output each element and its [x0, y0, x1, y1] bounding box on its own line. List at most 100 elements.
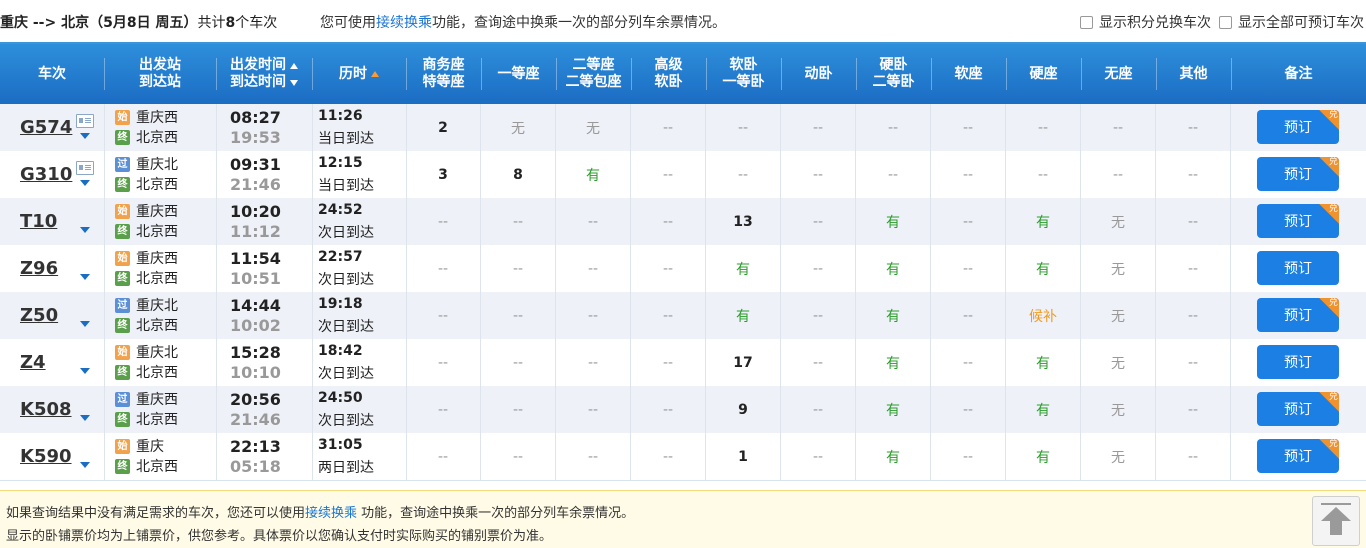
seat-cell: -- — [931, 151, 1006, 198]
expand-stops-icon[interactable] — [80, 462, 90, 468]
sort-asc-icon[interactable] — [290, 62, 298, 69]
expand-stops-icon[interactable] — [80, 321, 90, 327]
seat-cell: -- — [481, 292, 556, 339]
notice-text: 如果查询结果中没有满足需求的车次，您还可以使用 — [6, 506, 306, 521]
col-times[interactable]: 出发时间 到达时间 — [216, 44, 312, 104]
notice-line-1: 如果查询结果中没有满足需求的车次，您还可以使用接续换乘 功能，查询途中换乘一次的… — [6, 502, 634, 521]
seat-availability: 无 — [1111, 261, 1125, 278]
checkbox-box[interactable] — [1080, 15, 1093, 29]
show-points-trains-checkbox[interactable]: 显示积分兑换车次 — [1080, 12, 1211, 32]
col-soft-sleeper: 软卧 一等卧 — [706, 44, 781, 104]
seat-cell: 无 — [1081, 292, 1156, 339]
header-label: 无座 — [1104, 65, 1133, 82]
seat-cell: -- — [706, 151, 781, 198]
arrive-time: 21:46 — [230, 410, 281, 429]
seat-availability: -- — [962, 401, 974, 418]
book-button[interactable]: 预订 兑 — [1257, 157, 1339, 191]
seat-availability: -- — [437, 448, 449, 465]
train-cell: G310 — [0, 151, 105, 198]
arrow-up-icon[interactable] — [1321, 503, 1351, 505]
book-button[interactable]: 预订 兑 — [1257, 392, 1339, 426]
train-code-link[interactable]: G310 — [20, 164, 72, 185]
seat-availability: -- — [812, 354, 824, 371]
train-code-link[interactable]: Z96 — [20, 258, 58, 279]
header-label: 硬卧 — [879, 57, 908, 73]
train-code-link[interactable]: Z50 — [20, 305, 58, 326]
seat-cell: -- — [931, 339, 1006, 386]
expand-stops-icon[interactable] — [80, 274, 90, 280]
seat-cell: 有 — [1006, 339, 1081, 386]
back-to-top-button[interactable] — [1312, 496, 1360, 546]
times-cell: 10:20 11:12 — [216, 198, 313, 245]
seat-availability: -- — [737, 166, 749, 183]
header-label: 车次 — [38, 65, 66, 82]
book-button[interactable]: 预订 兑 — [1257, 204, 1339, 238]
header-label: 特等座 — [422, 74, 465, 90]
to-station: 终北京西 — [115, 269, 178, 287]
seat-cell: 13 — [706, 198, 781, 245]
expand-stops-icon[interactable] — [80, 368, 90, 374]
from-station: 过重庆北 — [115, 296, 178, 314]
checkbox-label: 显示全部可预订车次 — [1238, 15, 1364, 31]
expand-stops-icon[interactable] — [80, 415, 90, 421]
train-code-link[interactable]: K508 — [20, 399, 72, 420]
sort-asc-icon[interactable] — [371, 71, 379, 77]
expand-stops-icon[interactable] — [80, 180, 90, 186]
redeem-label: 兑 — [1328, 204, 1338, 215]
train-code-link[interactable]: T10 — [20, 211, 57, 232]
from-station: 过重庆北 — [115, 155, 178, 173]
table-row: Z4 始重庆北终北京西 15:28 10:10 18:42 次日到达 -- -- -- -- 17-… — [0, 339, 1366, 387]
show-all-bookable-checkbox[interactable]: 显示全部可预订车次 — [1219, 12, 1364, 32]
seat-cell: -- — [1156, 151, 1231, 198]
checkbox-box[interactable] — [1219, 15, 1232, 29]
book-button[interactable]: 预订 兑 — [1257, 110, 1339, 144]
sort-depart-time[interactable]: 出发时间 — [230, 57, 286, 74]
seat-cell: 无 — [1081, 339, 1156, 386]
book-button[interactable]: 预订 兑 — [1257, 439, 1339, 473]
train-code-link[interactable]: Z4 — [20, 352, 46, 373]
sort-arrive-time[interactable]: 到达时间 — [230, 74, 286, 91]
seat-availability: -- — [1037, 166, 1049, 183]
train-code-link[interactable]: G574 — [20, 117, 72, 138]
seat-cell: -- — [556, 386, 631, 433]
transfer-link[interactable]: 接续换乘 — [305, 506, 357, 521]
station-name: 重庆西 — [136, 251, 178, 267]
arrive-time: 21:46 — [230, 175, 281, 194]
arrow-up-icon[interactable] — [1321, 507, 1351, 521]
seat-availability: -- — [1037, 119, 1049, 136]
station-type-badge: 始 — [115, 109, 130, 125]
stations-cell: 始重庆终北京西 — [104, 433, 217, 480]
transfer-link[interactable]: 接续换乘 — [376, 15, 432, 31]
redeem-label: 兑 — [1328, 110, 1338, 121]
seat-cell: -- — [481, 339, 556, 386]
train-cell: K590 — [0, 433, 105, 480]
seat-availability: -- — [437, 260, 449, 277]
arrow-up-icon[interactable] — [1330, 521, 1342, 535]
seat-availability: 有 — [886, 214, 900, 231]
book-button[interactable]: 预订 兑 — [1257, 298, 1339, 332]
expand-stops-icon[interactable] — [80, 133, 90, 139]
book-button[interactable]: 预订 — [1257, 251, 1339, 285]
expand-stops-icon[interactable] — [80, 227, 90, 233]
arrival-day: 次日到达 — [318, 319, 374, 335]
train-code-link[interactable]: K590 — [20, 446, 72, 467]
seat-availability: -- — [437, 213, 449, 230]
col-hard-sleeper: 硬卧 二等卧 — [856, 44, 931, 104]
to-station: 终北京西 — [115, 175, 178, 193]
duration: 18:42 — [318, 343, 363, 359]
header-label: 商务座 — [422, 57, 465, 73]
seat-availability[interactable]: 候补 — [1029, 306, 1057, 326]
notice-text: 功能，查询途中换乘一次的部分列车余票情况。 — [357, 506, 635, 521]
col-duration[interactable]: 历时 — [312, 44, 406, 104]
duration-cell: 19:18 次日到达 — [312, 292, 407, 339]
redeem-label: 兑 — [1328, 298, 1338, 309]
seat-availability: 有 — [1036, 261, 1050, 278]
sort-duration[interactable]: 历时 — [339, 66, 367, 83]
book-button[interactable]: 预订 — [1257, 345, 1339, 379]
points-redeem-badge: 兑 — [1319, 157, 1339, 177]
id-card-icon — [76, 161, 94, 175]
seat-cell: -- — [781, 104, 856, 151]
seat-cell: -- — [781, 198, 856, 245]
seat-availability: -- — [887, 119, 899, 136]
sort-desc-icon[interactable] — [290, 79, 298, 86]
